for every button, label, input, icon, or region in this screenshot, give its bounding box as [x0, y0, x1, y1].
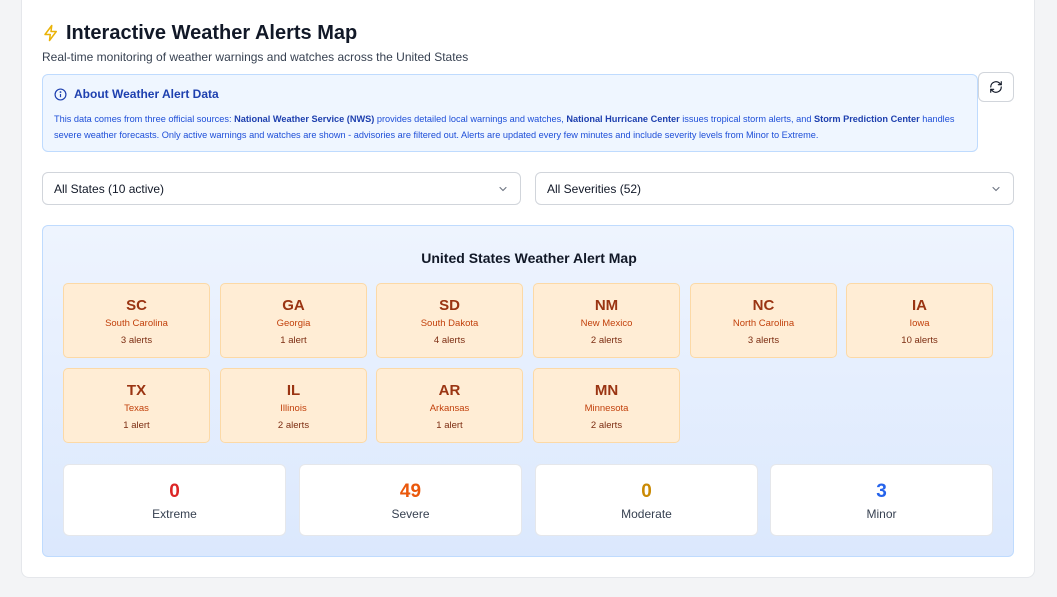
state-abbr: SC	[126, 297, 147, 314]
nhc-source: National Hurricane Center	[566, 114, 680, 124]
refresh-button[interactable]	[978, 72, 1014, 102]
header: Interactive Weather Alerts Map	[42, 20, 357, 46]
severity-label: Extreme	[152, 507, 197, 521]
state-tile-sd[interactable]: SD South Dakota 4 alerts	[376, 283, 523, 358]
state-name: Minnesota	[584, 403, 629, 414]
info-icon	[54, 87, 67, 101]
state-name: Texas	[124, 403, 149, 414]
state-tile-ar[interactable]: AR Arkansas 1 alert	[376, 368, 523, 443]
info-text: This data comes from three official sour…	[54, 111, 969, 143]
state-name: Arkansas	[429, 403, 470, 414]
state-abbr: IA	[912, 297, 927, 314]
state-alert-count: 1 alert	[280, 335, 307, 346]
page-title: Interactive Weather Alerts Map	[66, 21, 358, 44]
severity-count: 0	[641, 481, 652, 502]
severity-filter-value: All Severities (52)	[547, 181, 642, 196]
state-tile-tx[interactable]: TX Texas 1 alert	[63, 368, 210, 443]
state-name: Illinois	[280, 403, 307, 414]
state-alert-count: 2 alerts	[590, 335, 623, 346]
state-tile-nm[interactable]: NM New Mexico 2 alerts	[533, 283, 680, 358]
severity-count: 49	[399, 481, 422, 502]
state-filter-select[interactable]: All States (10 active)	[42, 172, 521, 205]
state-alert-count: 3 alerts	[120, 335, 153, 346]
state-abbr: MN	[594, 382, 619, 399]
state-alert-count: 10 alerts	[901, 335, 938, 346]
state-abbr: NC	[752, 297, 775, 314]
severity-card-minor: 3 Minor	[770, 464, 993, 536]
lightning-bolt-icon	[42, 24, 60, 42]
severity-count: 3	[876, 481, 887, 502]
state-abbr: GA	[282, 297, 305, 314]
spc-source: Storm Prediction Center	[814, 114, 920, 124]
state-alert-count: 3 alerts	[747, 335, 780, 346]
state-name: North Carolina	[732, 318, 795, 329]
state-abbr: SD	[439, 297, 460, 314]
state-alert-count: 2 alerts	[590, 420, 623, 431]
refresh-icon	[989, 80, 1003, 94]
info-text-part: provides detailed local warnings and wat…	[374, 114, 567, 124]
state-name: South Dakota	[420, 318, 479, 329]
state-tile-sc[interactable]: SC South Carolina 3 alerts	[63, 283, 210, 358]
state-tile-ia[interactable]: IA Iowa 10 alerts	[846, 283, 993, 358]
state-tile-nc[interactable]: NC North Carolina 3 alerts	[690, 283, 837, 358]
info-text-part: This data comes from three official sour…	[54, 114, 235, 124]
info-header: About Weather Alert Data	[54, 87, 219, 101]
state-tile-ga[interactable]: GA Georgia 1 alert	[220, 283, 367, 358]
state-abbr: NM	[594, 297, 619, 314]
state-name: Georgia	[276, 318, 311, 329]
page-subtitle: Real-time monitoring of weather warnings…	[42, 50, 469, 64]
state-name: New Mexico	[580, 318, 633, 329]
severity-card-severe: 49 Severe	[299, 464, 522, 536]
severity-label: Severe	[391, 507, 430, 521]
info-text-part: issues tropical storm alerts, and	[679, 114, 814, 124]
state-tile-mn[interactable]: MN Minnesota 2 alerts	[533, 368, 680, 443]
state-alert-count: 1 alert	[123, 420, 150, 431]
severity-count: 0	[169, 481, 180, 502]
severity-label: Moderate	[621, 507, 672, 521]
state-filter-value: All States (10 active)	[54, 181, 165, 196]
state-abbr: IL	[286, 382, 301, 399]
alert-map-panel: United States Weather Alert Map SC South…	[42, 225, 1014, 557]
state-name: Iowa	[909, 318, 930, 329]
state-name: South Carolina	[105, 318, 168, 329]
map-title: United States Weather Alert Map	[421, 250, 637, 266]
info-title: About Weather Alert Data	[74, 87, 219, 101]
severity-card-extreme: 0 Extreme	[63, 464, 286, 536]
severity-card-moderate: 0 Moderate	[535, 464, 758, 536]
state-abbr: AR	[438, 382, 461, 399]
state-tile-il[interactable]: IL Illinois 2 alerts	[220, 368, 367, 443]
nws-source: National Weather Service (NWS)	[234, 114, 375, 124]
chevron-down-icon	[497, 183, 509, 195]
chevron-down-icon	[990, 183, 1002, 195]
state-alert-count: 4 alerts	[433, 335, 466, 346]
state-alert-count: 2 alerts	[277, 420, 310, 431]
state-alert-count: 1 alert	[436, 420, 463, 431]
info-panel: About Weather Alert Data This data comes…	[42, 74, 978, 152]
severity-label: Minor	[866, 507, 897, 521]
severity-filter-select[interactable]: All Severities (52)	[535, 172, 1014, 205]
state-abbr: TX	[126, 382, 147, 399]
